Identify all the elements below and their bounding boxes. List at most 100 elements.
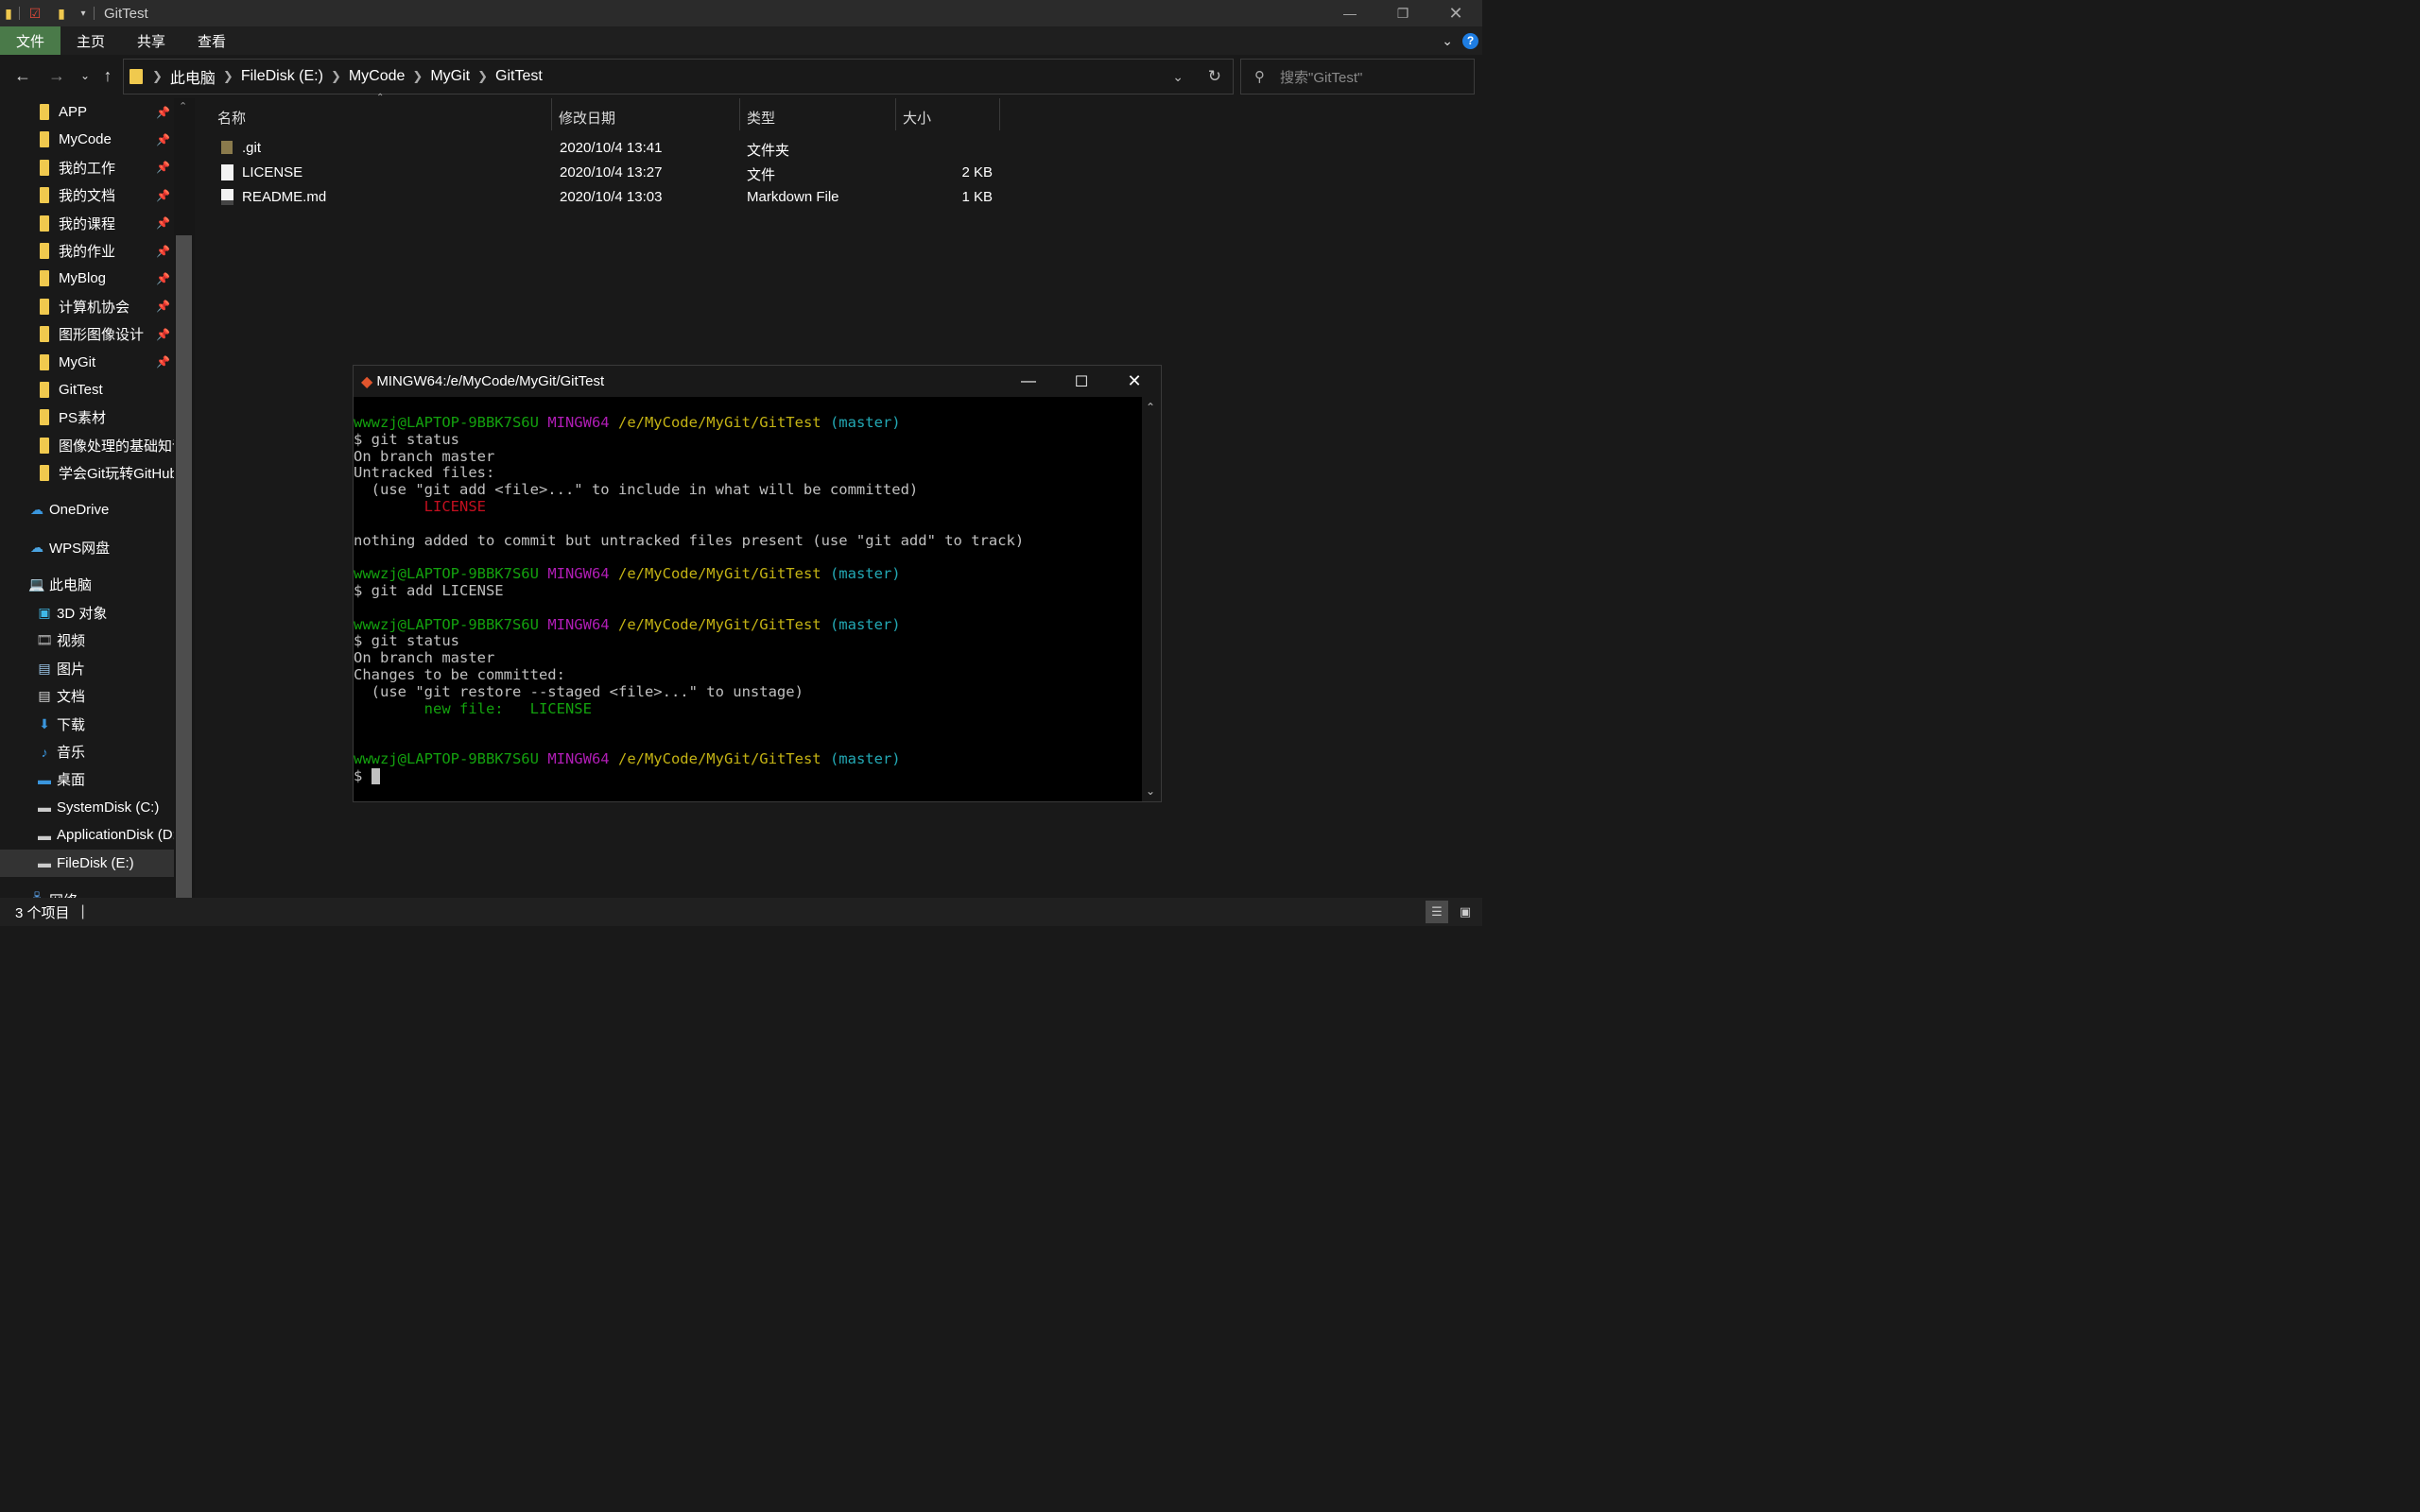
sidebar-item[interactable]: 学会Git玩转GitHub <box>0 459 174 487</box>
up-button[interactable]: ↑ <box>98 66 117 86</box>
sidebar-item[interactable]: ▤ 图片 <box>0 655 174 682</box>
pin-icon[interactable]: 📌 <box>156 189 170 202</box>
pin-icon[interactable]: 📌 <box>156 106 170 119</box>
sidebar-item[interactable]: 我的课程 📌 <box>0 210 174 237</box>
sidebar-item[interactable]: APP 📌 <box>0 98 174 126</box>
breadcrumb-mycode[interactable]: MyCode <box>349 68 406 85</box>
large-icons-view-button[interactable]: ▣ <box>1454 901 1477 923</box>
search-input[interactable]: ⚲ 搜索"GitTest" <box>1240 59 1475 94</box>
details-view-button[interactable]: ☰ <box>1426 901 1448 923</box>
tab-file[interactable]: 文件 <box>0 26 61 55</box>
sidebar-item[interactable]: ⬇ 下载 <box>0 711 174 738</box>
pin-icon[interactable]: 📌 <box>156 161 170 174</box>
tab-home[interactable]: 主页 <box>60 26 121 55</box>
sidebar-item-onedrive[interactable]: ☁ OneDrive <box>0 496 174 524</box>
pin-icon[interactable]: 📌 <box>156 300 170 313</box>
refresh-icon[interactable]: ↻ <box>1208 67 1221 86</box>
file-row[interactable]: README.md 2020/10/4 13:03 Markdown File … <box>217 185 1002 210</box>
sidebar-item[interactable]: ▬ FileDisk (E:) <box>0 849 174 877</box>
sidebar-item[interactable]: ▬ 桌面 <box>0 765 174 793</box>
column-divider[interactable] <box>999 98 1000 130</box>
terminal-window[interactable]: ◆ MINGW64:/e/MyCode/MyGit/GitTest — ☐ ✕ … <box>353 365 1162 802</box>
column-header-size[interactable]: 大小 <box>903 104 931 130</box>
pin-icon[interactable]: 📌 <box>156 245 170 258</box>
back-button[interactable]: ← <box>13 66 32 86</box>
sidebar-item-network[interactable]: 🖧 网络 <box>0 886 174 899</box>
column-divider[interactable] <box>895 98 896 130</box>
column-divider[interactable] <box>551 98 552 130</box>
scroll-up-icon[interactable]: ⌃ <box>1146 401 1155 414</box>
terminal-close-button[interactable]: ✕ <box>1108 366 1161 397</box>
sidebar-item[interactable]: 计算机协会 📌 <box>0 293 174 320</box>
column-header-date[interactable]: 修改日期 <box>559 104 615 130</box>
properties-icon[interactable]: ☑ <box>22 0 48 26</box>
sidebar-item-label: APP <box>59 104 88 120</box>
chevron-right-icon[interactable]: ❯ <box>223 69 233 84</box>
help-icon[interactable]: ? <box>1462 32 1478 49</box>
sidebar-item[interactable]: MyGit 📌 <box>0 349 174 376</box>
minimize-button[interactable]: — <box>1323 0 1376 26</box>
column-header-type[interactable]: 类型 <box>747 104 775 130</box>
sidebar-item[interactable]: 图像处理的基础知识 <box>0 432 174 459</box>
text-cursor[interactable] <box>371 767 380 784</box>
sidebar-item[interactable]: ▬ ApplicationDisk (D:) <box>0 821 174 849</box>
sidebar-item[interactable]: ▬ SystemDisk (C:) <box>0 794 174 821</box>
sidebar-item[interactable]: 我的文档 📌 <box>0 181 174 209</box>
pin-icon[interactable]: 📌 <box>156 133 170 146</box>
sidebar-item[interactable]: ♪ 音乐 <box>0 738 174 765</box>
breadcrumb-filedisk[interactable]: FileDisk (E:) <box>241 68 323 85</box>
new-folder-icon[interactable]: ▮ <box>48 0 75 26</box>
chevron-right-icon[interactable]: ❯ <box>412 69 423 84</box>
terminal-output[interactable]: wwwzj@LAPTOP-9BBK7S6U MINGW64 /e/MyCode/… <box>354 397 1142 801</box>
breadcrumb-gittest[interactable]: GitTest <box>495 68 543 85</box>
terminal-maximize-button[interactable]: ☐ <box>1055 366 1108 397</box>
sidebar-item[interactable]: 图形图像设计 📌 <box>0 320 174 348</box>
scroll-up-icon[interactable]: ⌃ <box>179 100 187 112</box>
terminal-scrollbar[interactable]: ⌃ ⌄ <box>1142 397 1161 801</box>
pin-icon[interactable]: 📌 <box>156 216 170 230</box>
close-button[interactable]: ✕ <box>1429 0 1482 26</box>
expand-ribbon-icon[interactable]: ⌄ <box>1442 33 1453 49</box>
sidebar-item[interactable]: MyBlog 📌 <box>0 265 174 292</box>
sidebar-item[interactable]: 我的作业 📌 <box>0 237 174 265</box>
address-bar[interactable]: ❯ 此电脑 ❯ FileDisk (E:) ❯ MyCode ❯ MyGit ❯… <box>123 59 1234 94</box>
sidebar-item[interactable]: ▤ 文档 <box>0 682 174 710</box>
chevron-right-icon[interactable]: ❯ <box>152 69 163 84</box>
sidebar-item[interactable]: ▣ 3D 对象 <box>0 599 174 627</box>
file-row[interactable]: .git 2020/10/4 13:41 文件夹 <box>217 136 1002 161</box>
address-history-icon[interactable]: ⌄ <box>1172 69 1184 85</box>
breadcrumb-mygit[interactable]: MyGit <box>430 68 470 85</box>
chevron-right-icon[interactable]: ❯ <box>477 69 488 84</box>
customize-toolbar-icon[interactable]: ▾ <box>75 0 92 26</box>
prompt-path: /e/MyCode/MyGit/GitTest <box>617 414 821 431</box>
search-placeholder: 搜索"GitTest" <box>1280 69 1363 86</box>
maximize-icon: ☐ <box>1074 373 1089 390</box>
sidebar-item[interactable]: PS素材 <box>0 404 174 431</box>
title-bar: ▮ ☑ ▮ ▾ GitTest — ❐ ✕ <box>0 0 1482 26</box>
sidebar-item-label: 计算机协会 <box>59 299 130 316</box>
pin-icon[interactable]: 📌 <box>156 272 170 285</box>
tab-view[interactable]: 查看 <box>182 26 242 55</box>
sidebar-item-this-pc[interactable]: 💻 此电脑 <box>0 571 174 598</box>
breadcrumb-this-pc[interactable]: 此电脑 <box>170 65 216 88</box>
sidebar-item[interactable]: 🎞 视频 <box>0 627 174 654</box>
terminal-minimize-button[interactable]: — <box>1002 366 1055 397</box>
folder-icon <box>40 159 49 176</box>
forward-button[interactable]: → <box>47 66 66 86</box>
terminal-title-bar[interactable]: ◆ MINGW64:/e/MyCode/MyGit/GitTest — ☐ ✕ <box>354 366 1161 397</box>
sidebar-scroll-thumb[interactable] <box>176 235 192 898</box>
sidebar-item[interactable]: 我的工作 📌 <box>0 154 174 181</box>
pin-icon[interactable]: 📌 <box>156 355 170 369</box>
scroll-down-icon[interactable]: ⌄ <box>1146 784 1155 798</box>
restore-button[interactable]: ❐ <box>1376 0 1429 26</box>
sidebar-item-wps[interactable]: ☁ WPS网盘 <box>0 534 174 561</box>
column-divider[interactable] <box>739 98 740 130</box>
file-row[interactable]: LICENSE 2020/10/4 13:27 文件 2 KB <box>217 161 1002 185</box>
column-header-name[interactable]: 名称 <box>217 104 246 130</box>
sidebar-item[interactable]: GitTest <box>0 376 174 404</box>
recent-locations-button[interactable]: ⌄ <box>76 69 95 82</box>
chevron-right-icon[interactable]: ❯ <box>331 69 341 84</box>
tab-share[interactable]: 共享 <box>121 26 182 55</box>
pin-icon[interactable]: 📌 <box>156 328 170 341</box>
sidebar-item[interactable]: MyCode 📌 <box>0 126 174 153</box>
